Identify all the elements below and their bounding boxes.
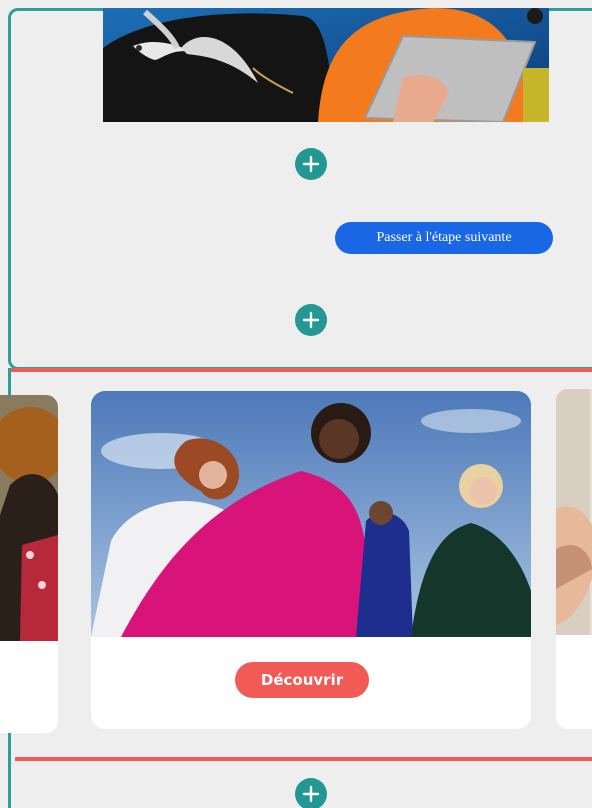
section-divider-bottom [15, 757, 592, 761]
plus-icon [302, 155, 320, 173]
plus-icon [302, 785, 320, 803]
fashion-group-image [91, 391, 531, 637]
section-divider-top [11, 368, 592, 372]
hero-image [103, 8, 549, 122]
carousel-card-next[interactable] [556, 389, 592, 729]
next-step-button[interactable]: Passer à l'étape suivante [335, 222, 553, 254]
carousel-card-main[interactable]: Découvrir [91, 391, 531, 729]
add-block-button-1[interactable] [295, 148, 327, 180]
discover-button[interactable]: Découvrir [235, 662, 369, 698]
add-block-button-2[interactable] [295, 304, 327, 336]
add-block-button-3[interactable] [295, 778, 327, 808]
plus-icon [302, 311, 320, 329]
editor-canvas: Passer à l'étape suivante Découvrir [0, 0, 592, 808]
carousel-card-image [0, 395, 58, 641]
carousel-card-image [556, 389, 592, 635]
carousel-card-previous[interactable] [0, 395, 58, 733]
